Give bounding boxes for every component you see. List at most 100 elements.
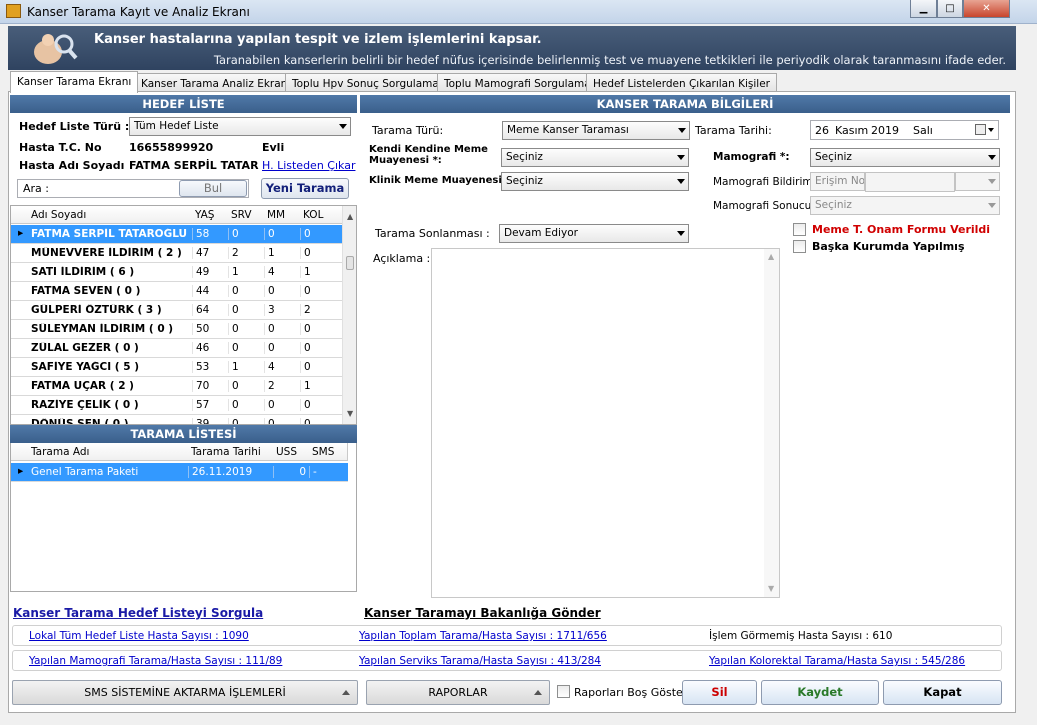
chevron-down-icon [988, 179, 996, 184]
col-srv[interactable]: SRV [228, 209, 264, 221]
new-screening-button[interactable]: Yeni Tarama [261, 178, 349, 199]
stat-servikal[interactable]: Yapılan Serviks Tarama/Hasta Sayısı : 41… [359, 655, 601, 667]
scroll-down-icon[interactable]: ▼ [347, 409, 353, 418]
patient-row[interactable]: DÖNÜŞ ŞEN ( 0 ) 39 0 0 0 [11, 415, 342, 425]
patient-row[interactable]: RAZİYE ÇELİK ( 0 ) 57 0 0 0 [11, 396, 342, 415]
tarama-row[interactable]: ▸ Genel Tarama Paketi 26.11.2019 0 - [11, 463, 348, 482]
patient-kol-cell: 1 [300, 380, 340, 392]
kendi-muayene-select[interactable]: Seçiniz [501, 148, 689, 167]
maximize-button[interactable]: □ [937, 0, 963, 18]
find-button[interactable]: Bul [179, 180, 247, 197]
patient-kol-cell: 0 [300, 418, 340, 424]
gonder-link[interactable]: Kanser Taramayı Bakanlığa Gönder [364, 606, 601, 620]
tarama-turu-select[interactable]: Meme Kanser Taraması [502, 121, 690, 140]
patient-name-cell: FATMA UÇAR ( 2 ) [31, 380, 134, 392]
tab-kanser-tarama[interactable]: Kanser Tarama Ekranı [10, 71, 139, 93]
bildirim-label: Mamografi Bildirimi : [713, 176, 823, 188]
hedef-type-select[interactable]: Tüm Hedef Liste [129, 117, 351, 136]
col-yas[interactable]: YAŞ [192, 209, 228, 221]
tarama-tarihi-label: Tarama Tarihi: [695, 124, 772, 137]
patient-age-cell: 49 [192, 266, 228, 278]
minimize-button[interactable]: ▁ [910, 0, 937, 18]
col-uss[interactable]: USS [273, 446, 309, 458]
patient-name-cell: FATMA SEVEN ( 0 ) [31, 285, 141, 297]
scroll-up-icon[interactable]: ▲ [347, 212, 353, 221]
patient-row[interactable]: SÜLEYMAN İLDİRİM ( 0 ) 50 0 0 0 [11, 320, 342, 339]
mamografi-sonuc-select[interactable]: Seçiniz [810, 196, 1000, 215]
col-kol[interactable]: KOL [300, 209, 340, 221]
sms-transfer-button[interactable]: SMS SİSTEMİNE AKTARMA İŞLEMLERİ [12, 680, 358, 705]
patient-kol-cell: 0 [300, 247, 340, 259]
erisim-no-input[interactable] [865, 172, 955, 192]
sonlanma-select[interactable]: Devam Ediyor [499, 224, 689, 243]
chevron-down-icon [678, 128, 686, 133]
col-mm[interactable]: MM [264, 209, 300, 221]
close-form-button[interactable]: Kapat [883, 680, 1002, 705]
delete-button[interactable]: Sil [682, 680, 757, 705]
chevron-down-icon [677, 179, 685, 184]
app-icon [6, 4, 21, 18]
date-picker[interactable]: 26 Kasım 2019 Salı [810, 120, 999, 140]
scroll-up-icon[interactable]: ▲ [768, 252, 774, 261]
save-button[interactable]: Kaydet [761, 680, 879, 705]
erisim-no-dropdown[interactable] [955, 172, 1000, 191]
patient-row[interactable]: GÜLPERİ ÖZTÜRK ( 3 ) 64 0 3 2 [11, 301, 342, 320]
tarama-grid: Tarama Adı Tarama Tarihi USS SMS ▸ Genel… [10, 443, 357, 592]
bos-goster-checkbox[interactable] [557, 685, 570, 698]
stat-lokal[interactable]: Lokal Tüm Hedef Liste Hasta Sayısı : 109… [29, 630, 249, 642]
close-button[interactable]: ✕ [963, 0, 1010, 18]
sorgula-link[interactable]: Kanser Tarama Hedef Listeyi Sorgula [13, 606, 263, 620]
erisim-no-field[interactable]: Erişim No: [810, 172, 865, 191]
patient-row[interactable]: ZÜLAL GEZER ( 0 ) 46 0 0 0 [11, 339, 342, 358]
col-adi-soyadi[interactable]: Adı Soyadı [28, 209, 188, 221]
patient-srv-cell: 0 [228, 380, 264, 392]
stat-mamografi[interactable]: Yapılan Mamografi Tarama/Hasta Sayısı : … [29, 655, 282, 667]
col-tarama-adi[interactable]: Tarama Adı [28, 446, 186, 458]
stat-kolorektal[interactable]: Yapılan Kolorektal Tarama/Hasta Sayısı :… [709, 655, 965, 667]
header-banner: Kanser hastalarına yapılan tespit ve izl… [8, 26, 1016, 70]
tab-analiz[interactable]: Kanser Tarama Analiz Ekranı [134, 73, 298, 92]
patient-age-cell: 46 [192, 342, 228, 354]
tab-cikarilan[interactable]: Hedef Listelerden Çıkarılan Kişiler [586, 73, 777, 92]
patient-scrollbar[interactable]: ▲ ▼ [342, 206, 356, 424]
stat-toplam[interactable]: Yapılan Toplam Tarama/Hasta Sayısı : 171… [359, 630, 607, 642]
stats-row-2: Yapılan Mamografi Tarama/Hasta Sayısı : … [12, 650, 1002, 671]
onam-checkbox[interactable] [793, 223, 806, 236]
col-tarama-tarihi[interactable]: Tarama Tarihi [188, 446, 272, 458]
calendar-icon[interactable] [975, 124, 986, 135]
hedef-liste-header: HEDEF LİSTE [10, 95, 357, 113]
baska-kurum-checkbox[interactable] [793, 240, 806, 253]
sonuc-label: Mamografi Sonucu : [713, 200, 819, 212]
patient-age-cell: 47 [192, 247, 228, 259]
patient-row[interactable]: SATI İLDİRİM ( 6 ) 49 1 4 1 [11, 263, 342, 282]
raporlar-button[interactable]: RAPORLAR [366, 680, 550, 705]
scroll-down-icon[interactable]: ▼ [768, 584, 774, 593]
patient-age-cell: 53 [192, 361, 228, 373]
col-sms[interactable]: SMS [309, 446, 347, 458]
patient-name-cell: ZÜLAL GEZER ( 0 ) [31, 342, 139, 354]
chevron-up-icon [342, 690, 350, 695]
patient-row[interactable]: FATMA SEVEN ( 0 ) 44 0 0 0 [11, 282, 342, 301]
mamografi-select[interactable]: Seçiniz [810, 148, 1000, 167]
calendar-dropdown-icon[interactable] [988, 128, 994, 132]
patient-mm-cell: 1 [264, 247, 300, 259]
patient-kol-cell: 2 [300, 304, 340, 316]
aciklama-scrollbar[interactable]: ▲ ▼ [764, 249, 779, 597]
remove-from-list-link[interactable]: H. Listeden Çıkar [262, 159, 355, 172]
aciklama-textarea[interactable]: ▲ ▼ [431, 248, 780, 598]
patient-kol-cell: 0 [300, 361, 340, 373]
patient-row[interactable]: ▸ FATMA SERPİL TATAROĞLU... 58 0 0 0 [11, 225, 342, 244]
scroll-thumb[interactable] [346, 256, 354, 270]
patient-name-cell: DÖNÜŞ ŞEN ( 0 ) [31, 418, 129, 425]
patient-row[interactable]: MÜNEVVERE İLDİRİM ( 2 ) 47 2 1 0 [11, 244, 342, 263]
patient-row[interactable]: SAFİYE YAĞCI ( 5 ) 53 1 4 0 [11, 358, 342, 377]
patient-name-cell: GÜLPERİ ÖZTÜRK ( 3 ) [31, 304, 162, 316]
klinik-muayene-select[interactable]: Seçiniz [501, 172, 689, 191]
patient-age-cell: 64 [192, 304, 228, 316]
patient-srv-cell: 0 [228, 285, 264, 297]
tab-mamografi[interactable]: Toplu Mamografi Sorgulama [437, 73, 598, 92]
patient-row[interactable]: FATMA UÇAR ( 2 ) 70 0 2 1 [11, 377, 342, 396]
tab-hpv[interactable]: Toplu Hpv Sonuç Sorgulama [285, 73, 446, 92]
patient-mm-cell: 4 [264, 266, 300, 278]
patient-search-icon [34, 34, 78, 64]
